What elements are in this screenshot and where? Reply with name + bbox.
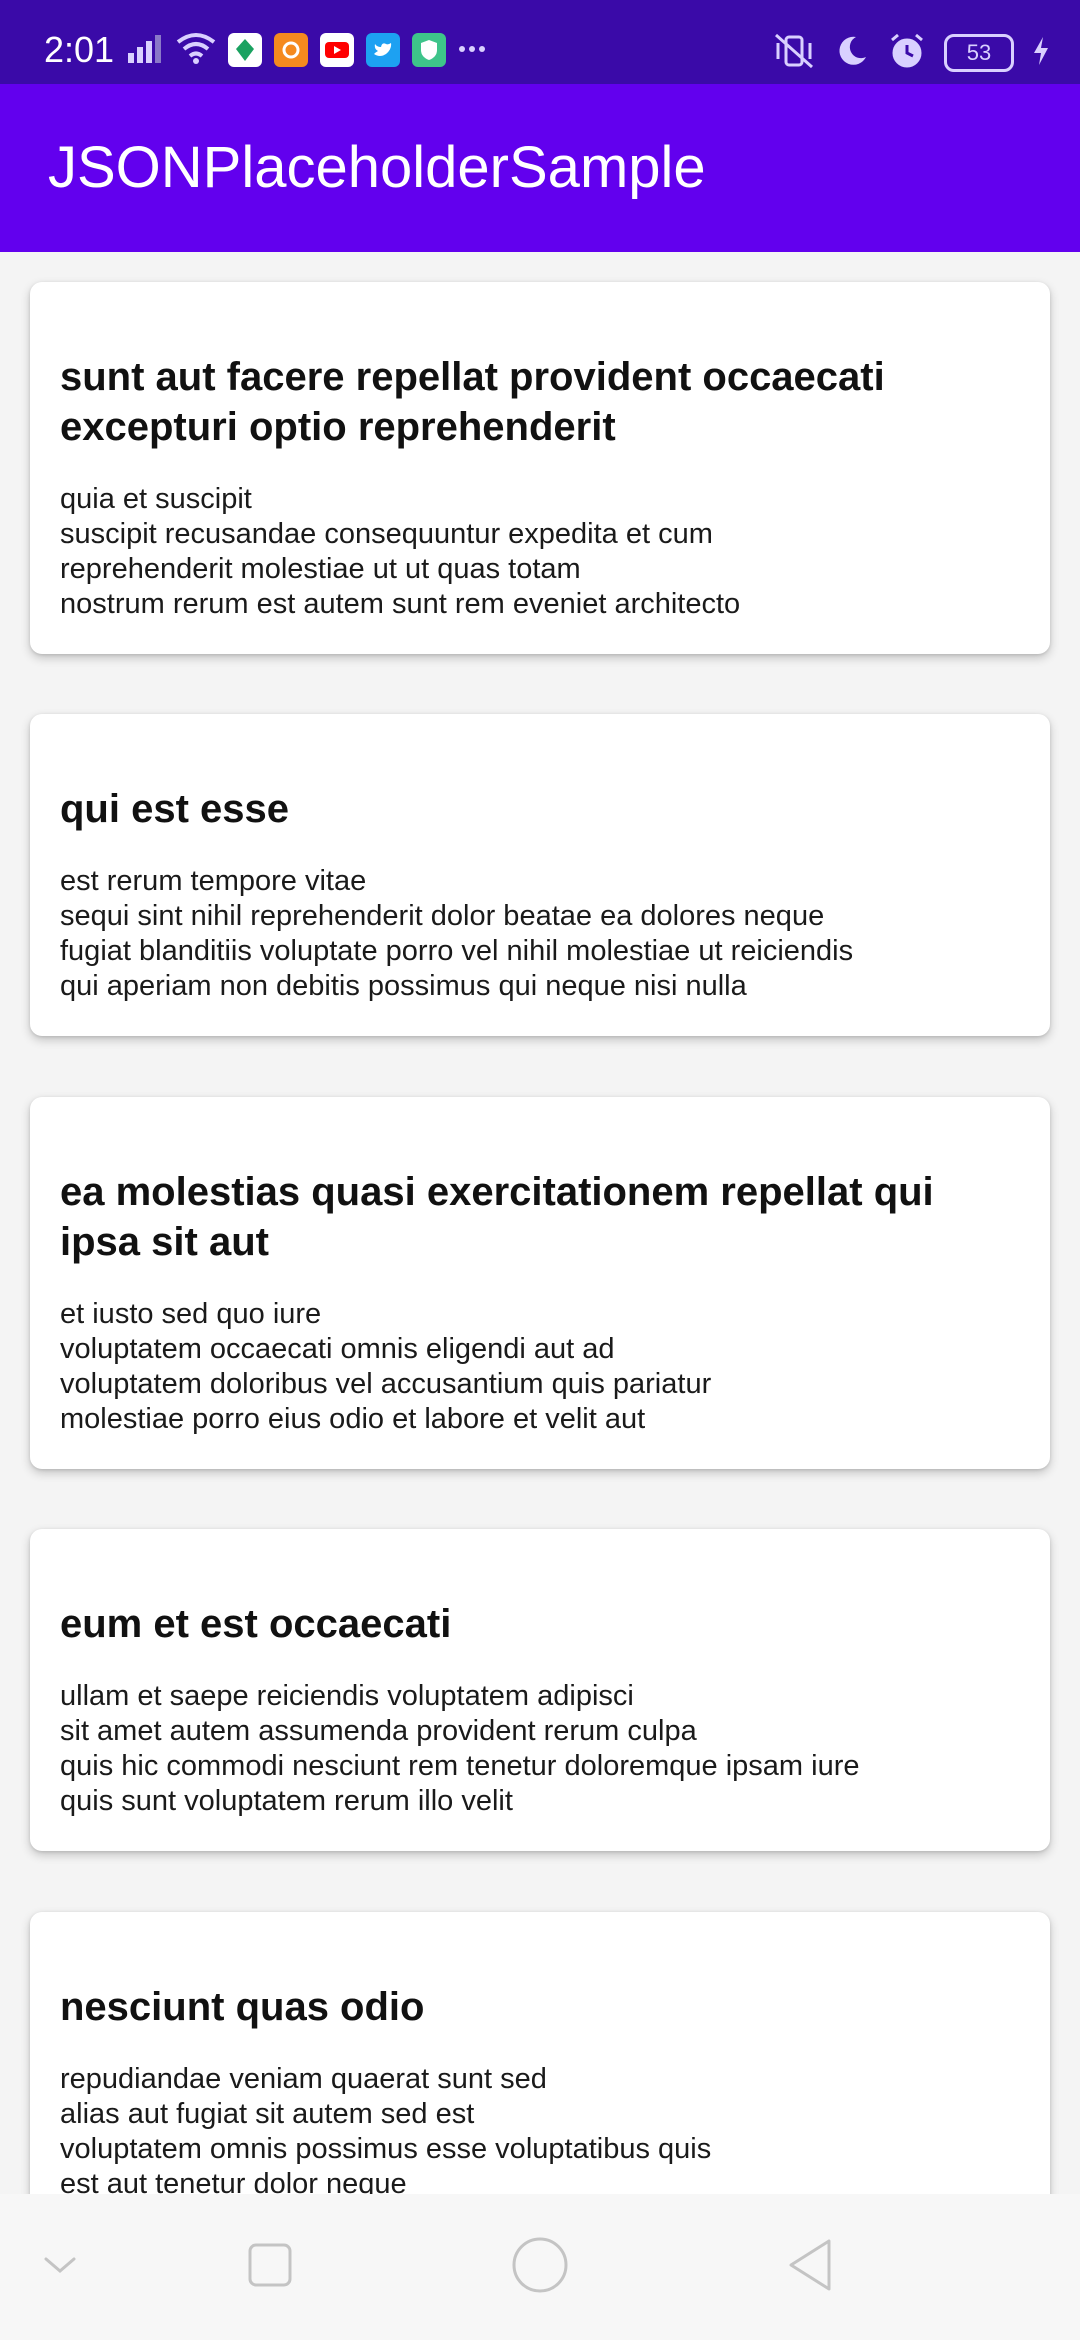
home-circle-icon [511, 2236, 569, 2299]
twitter-app-icon [366, 33, 400, 67]
status-icons-right: 53 [772, 30, 1050, 76]
post-title: eum et est occaecati [60, 1602, 452, 1646]
post-card[interactable]: eum et est occaecati ullam et saepe reic… [30, 1529, 1050, 1851]
post-title: ea molestias quasi exercitationem repell… [60, 1170, 934, 1264]
post-card[interactable]: ea molestias quasi exercitationem repell… [30, 1097, 1050, 1469]
post-body: est rerum tempore vitae sequi sint nihil… [60, 865, 854, 1002]
navigation-bar [0, 2194, 1080, 2340]
recents-square-icon [246, 2241, 294, 2294]
moon-icon [834, 33, 870, 74]
status-bar: 2:01 53 [0, 0, 1080, 84]
status-icons-left [128, 30, 486, 70]
shield-app-icon [412, 33, 446, 67]
swiggy-app-icon [274, 33, 308, 67]
app-bar: JSONPlaceholderSample [0, 84, 1080, 252]
post-title: nesciunt quas odio [60, 1985, 425, 2029]
signal-icon [128, 33, 164, 68]
more-dots-icon [458, 41, 486, 59]
back-triangle-icon [785, 2237, 835, 2298]
recents-button[interactable] [200, 2194, 340, 2340]
back-button[interactable] [740, 2194, 880, 2340]
post-body: ullam et saepe reiciendis voluptatem adi… [60, 1680, 860, 1817]
post-card[interactable]: nesciunt quas odio repudiandae veniam qu… [30, 1912, 1050, 2194]
hide-nav-button[interactable] [0, 2194, 130, 2340]
post-list[interactable]: sunt aut facere repellat provident occae… [0, 252, 1080, 2194]
app-title: JSONPlaceholderSample [48, 135, 706, 200]
youtube-app-icon [320, 33, 354, 67]
wifi-icon [176, 32, 216, 69]
post-title: sunt aut facere repellat provident occae… [60, 355, 885, 449]
home-button[interactable] [470, 2194, 610, 2340]
post-body: quia et suscipit suscipit recusandae con… [60, 483, 741, 620]
chevron-down-icon [40, 2253, 80, 2282]
post-title: qui est esse [60, 787, 290, 831]
status-time: 2:01 [44, 29, 115, 70]
vibrate-off-icon [772, 33, 816, 74]
post-card[interactable]: sunt aut facere repellat provident occae… [30, 282, 1050, 654]
post-card[interactable]: qui est esse est rerum tempore vitae seq… [30, 714, 1050, 1036]
charging-icon [1032, 36, 1050, 71]
battery-icon: 53 [944, 34, 1014, 72]
alarm-icon [888, 32, 926, 75]
post-body: et iusto sed quo iure voluptatem occaeca… [60, 1298, 712, 1435]
post-body: repudiandae veniam quaerat sunt sed alia… [60, 2063, 712, 2194]
maps-app-icon [228, 33, 262, 67]
